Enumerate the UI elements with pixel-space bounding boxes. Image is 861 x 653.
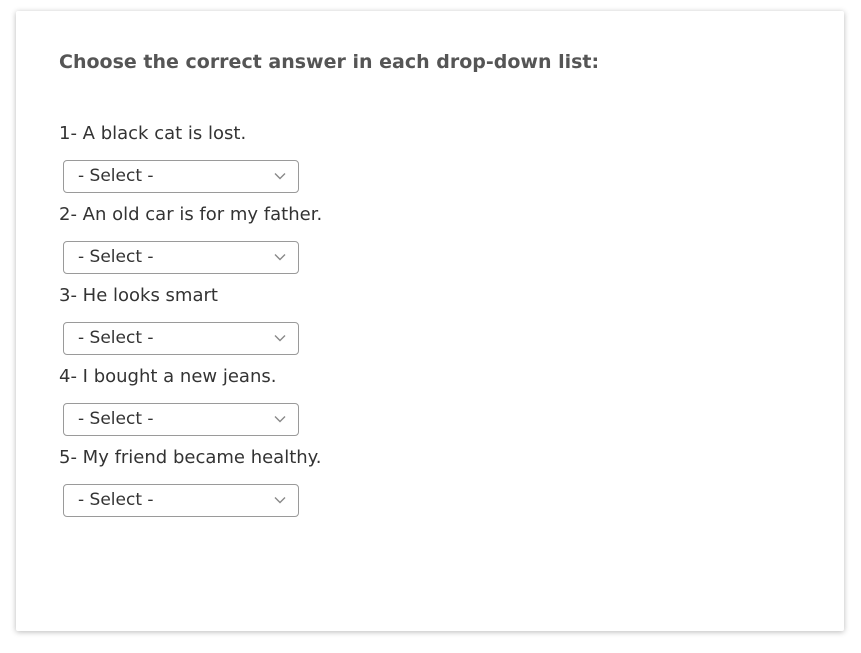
chevron-down-icon — [274, 173, 286, 180]
chevron-down-icon — [274, 335, 286, 342]
question-text: 2- An old car is for my father. — [59, 204, 323, 225]
chevron-down-icon — [274, 254, 286, 261]
dropdown-selected-value: - Select - — [78, 247, 154, 267]
dropdown-selected-value: - Select - — [78, 328, 154, 348]
dropdown-selected-value: - Select - — [78, 166, 154, 186]
answer-dropdown-5[interactable]: - Select - — [63, 484, 299, 517]
question-text: 3- He looks smart — [59, 285, 218, 306]
question-5: 5- My friend became healthy. - Select - — [59, 447, 659, 527]
question-text: 5- My friend became healthy. — [59, 447, 322, 468]
answer-dropdown-4[interactable]: - Select - — [63, 403, 299, 436]
question-1: 1- A black cat is lost. - Select - — [59, 123, 659, 203]
question-4: 4- I bought a new jeans. - Select - — [59, 366, 659, 446]
question-3: 3- He looks smart - Select - — [59, 285, 659, 365]
chevron-down-icon — [274, 416, 286, 423]
instructions-heading: Choose the correct answer in each drop-d… — [59, 51, 600, 73]
chevron-down-icon — [274, 497, 286, 504]
answer-dropdown-3[interactable]: - Select - — [63, 322, 299, 355]
question-2: 2- An old car is for my father. - Select… — [59, 204, 659, 284]
question-text: 4- I bought a new jeans. — [59, 366, 277, 387]
exercise-card: Choose the correct answer in each drop-d… — [16, 11, 844, 631]
dropdown-selected-value: - Select - — [78, 490, 154, 510]
question-text: 1- A black cat is lost. — [59, 123, 247, 144]
answer-dropdown-1[interactable]: - Select - — [63, 160, 299, 193]
dropdown-selected-value: - Select - — [78, 409, 154, 429]
answer-dropdown-2[interactable]: - Select - — [63, 241, 299, 274]
